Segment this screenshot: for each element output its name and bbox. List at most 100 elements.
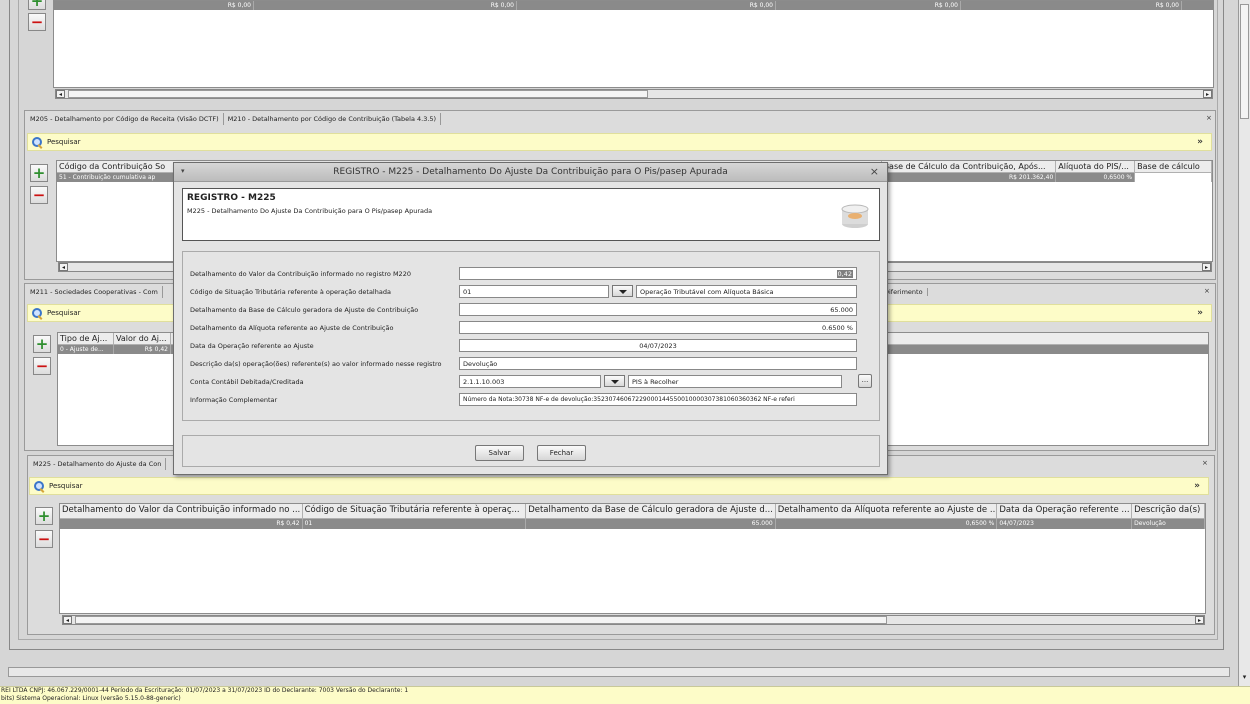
valor-field[interactable]: 0,42 bbox=[459, 267, 857, 280]
status-line-1: REI LTDA CNPJ: 46.067.229/0001-44 Períod… bbox=[1, 687, 409, 694]
search-label: Pesquisar bbox=[49, 482, 83, 490]
cst-dropdown-button[interactable] bbox=[612, 285, 633, 297]
add-m210-button[interactable]: + bbox=[30, 164, 48, 182]
cell-value: 01 bbox=[303, 519, 527, 529]
m211-tabbar: M211 - Sociedades Cooperativas - Com bbox=[26, 285, 163, 298]
cell-value: R$ 0,42 bbox=[114, 345, 171, 354]
table-row[interactable]: R$ 0,42 01 65.000 0,6500 % 04/07/2023 De… bbox=[60, 519, 1205, 529]
data-field[interactable]: 04/07/2023 bbox=[459, 339, 857, 352]
table-row[interactable]: R$ 0,00 R$ 0,00 R$ 0,00 R$ 0,00 R$ 0,00 bbox=[54, 1, 1213, 10]
close-icon[interactable]: × bbox=[1202, 459, 1208, 467]
scroll-thumb[interactable] bbox=[68, 90, 648, 98]
tab-diferimento[interactable]: Diferimento bbox=[884, 288, 928, 296]
cell-value: R$ 0,00 bbox=[961, 1, 1182, 10]
valor-label: Detalhamento do Valor da Contribuição in… bbox=[190, 270, 411, 278]
database-icon bbox=[839, 203, 871, 229]
remove-m210-button[interactable]: − bbox=[30, 186, 48, 204]
collapse-chevron-icon[interactable]: » bbox=[1197, 137, 1203, 147]
cell-value: R$ 0,00 bbox=[517, 1, 776, 10]
add-m225-button[interactable]: + bbox=[35, 507, 53, 525]
dialog-form: Detalhamento do Valor da Contribuição in… bbox=[182, 251, 880, 421]
scroll-down-arrow-icon[interactable]: ▾ bbox=[1240, 673, 1249, 683]
remove-m225-button[interactable]: − bbox=[35, 530, 53, 548]
valor-value: 0,42 bbox=[836, 270, 853, 278]
remove-m211-button[interactable]: − bbox=[33, 357, 51, 375]
conta-description-field: PIS à Recolher bbox=[628, 375, 842, 388]
collapse-chevron-icon[interactable]: » bbox=[1197, 308, 1203, 318]
cell-value: R$ 0,00 bbox=[254, 1, 517, 10]
cell-value: 0,6500 % bbox=[776, 519, 998, 529]
m225-hscroll[interactable]: ◂ ▸ bbox=[62, 615, 1205, 625]
close-icon[interactable]: × bbox=[870, 165, 879, 178]
column-header[interactable]: Base de cálculo bbox=[1135, 161, 1212, 172]
column-header[interactable]: Detalhamento do Valor da Contribuição in… bbox=[60, 504, 303, 518]
column-header[interactable]: Detalhamento da Alíquota referente ao Aj… bbox=[776, 504, 998, 518]
close-icon[interactable]: × bbox=[1206, 114, 1212, 122]
dialog-header-box: REGISTRO - M225 M225 - Detalhamento Do A… bbox=[182, 188, 880, 241]
scroll-left-icon[interactable]: ◂ bbox=[56, 90, 65, 98]
scroll-thumb[interactable] bbox=[75, 616, 887, 624]
scroll-right-icon[interactable]: ▸ bbox=[1195, 616, 1204, 624]
column-header[interactable]: Base de Cálculo da Contribuição, Após... bbox=[882, 161, 1057, 172]
cell-value: 0 - Ajuste de... bbox=[58, 345, 114, 354]
collapse-chevron-icon[interactable]: » bbox=[1194, 481, 1200, 491]
cell-value: R$ 201.362,40 bbox=[882, 173, 1057, 182]
search-icon bbox=[32, 136, 43, 148]
column-header[interactable]: Detalhamento da Base de Cálculo geradora… bbox=[526, 504, 776, 518]
conta-label: Conta Contábil Debitada/Creditada bbox=[190, 378, 304, 386]
column-header[interactable]: Valor do Aj... bbox=[114, 333, 171, 344]
top-grid: R$ 0,00 R$ 0,00 R$ 0,00 R$ 0,00 R$ 0,00 bbox=[53, 0, 1214, 88]
column-header[interactable]: Tipo de Aj... bbox=[58, 333, 114, 344]
cst-label: Código de Situação Tributária referente … bbox=[190, 288, 391, 296]
conta-browse-button[interactable]: ... bbox=[858, 374, 872, 388]
cst-code-field[interactable]: 01 bbox=[459, 285, 609, 298]
conta-dropdown-button[interactable] bbox=[604, 375, 625, 387]
tab-m225[interactable]: M225 - Detalhamento do Ajuste da Con bbox=[29, 458, 167, 470]
tab-m211[interactable]: M211 - Sociedades Cooperativas - Com bbox=[26, 286, 163, 298]
cell-value: 04/07/2023 bbox=[997, 519, 1133, 529]
search-icon bbox=[32, 307, 43, 319]
dialog-titlebar[interactable]: ▾ REGISTRO - M225 - Detalhamento Do Ajus… bbox=[174, 163, 887, 182]
cell-value: 0,6500 % bbox=[1056, 173, 1136, 182]
header-title: REGISTRO - M225 bbox=[187, 193, 276, 203]
cell-value: Devolução bbox=[1132, 519, 1205, 529]
header-subtitle: M225 - Detalhamento Do Ajuste Da Contrib… bbox=[187, 207, 433, 215]
tab-m210[interactable]: M210 - Detalhamento por Código de Contri… bbox=[224, 113, 442, 125]
close-icon[interactable]: × bbox=[1204, 287, 1210, 295]
scroll-right-icon[interactable]: ▸ bbox=[1202, 263, 1211, 271]
add-m211-button[interactable]: + bbox=[33, 335, 51, 353]
column-header[interactable]: Data da Operação referente ... bbox=[997, 504, 1133, 518]
base-label: Detalhamento da Base de Cálculo geradora… bbox=[190, 306, 419, 314]
search-label: Pesquisar bbox=[47, 138, 81, 146]
dialog-title: REGISTRO - M225 - Detalhamento Do Ajuste… bbox=[333, 167, 728, 177]
remove-top-button[interactable]: − bbox=[28, 13, 46, 31]
scroll-right-icon[interactable]: ▸ bbox=[1203, 90, 1212, 98]
info-field[interactable]: Número da Nota:30738 NF-e de devolução:3… bbox=[459, 393, 857, 406]
search-label: Pesquisar bbox=[47, 309, 81, 317]
m225-grid: Detalhamento do Valor da Contribuição in… bbox=[59, 503, 1206, 614]
cell-value: R$ 0,42 bbox=[60, 519, 303, 529]
column-header[interactable]: Código de Situação Tributária referente … bbox=[303, 504, 527, 518]
aliquota-label: Detalhamento da Alíquota referente ao Aj… bbox=[190, 324, 394, 332]
base-field[interactable]: 65.000 bbox=[459, 303, 857, 316]
m225-register-dialog: ▾ REGISTRO - M225 - Detalhamento Do Ajus… bbox=[173, 162, 888, 475]
close-button[interactable]: Fechar bbox=[537, 445, 586, 461]
vertical-scrollbar[interactable]: ▾ bbox=[1238, 0, 1250, 686]
top-hscroll[interactable]: ◂ ▸ bbox=[55, 89, 1213, 99]
scroll-left-icon[interactable]: ◂ bbox=[59, 263, 68, 271]
save-button[interactable]: Salvar bbox=[475, 445, 524, 461]
scroll-thumb[interactable] bbox=[1240, 4, 1249, 119]
scroll-left-icon[interactable]: ◂ bbox=[63, 616, 72, 624]
column-header[interactable]: Alíquota do PIS/... bbox=[1056, 161, 1136, 172]
aliquota-field[interactable]: 0.6500 % bbox=[459, 321, 857, 334]
add-top-button[interactable]: + bbox=[28, 0, 46, 10]
m225-search-bar[interactable]: Pesquisar » bbox=[29, 477, 1209, 495]
cell-value: R$ 0,00 bbox=[776, 1, 961, 10]
info-label: Informação Complementar bbox=[190, 396, 278, 404]
tab-m205[interactable]: M205 - Detalhamento por Código de Receit… bbox=[26, 113, 224, 125]
search-icon bbox=[34, 480, 45, 492]
column-header[interactable]: Descrição da(s) bbox=[1132, 504, 1205, 518]
m205-search-bar[interactable]: Pesquisar » bbox=[27, 133, 1212, 151]
conta-code-field[interactable]: 2.1.1.10.003 bbox=[459, 375, 601, 388]
descricao-field[interactable]: Devolução bbox=[459, 357, 857, 370]
